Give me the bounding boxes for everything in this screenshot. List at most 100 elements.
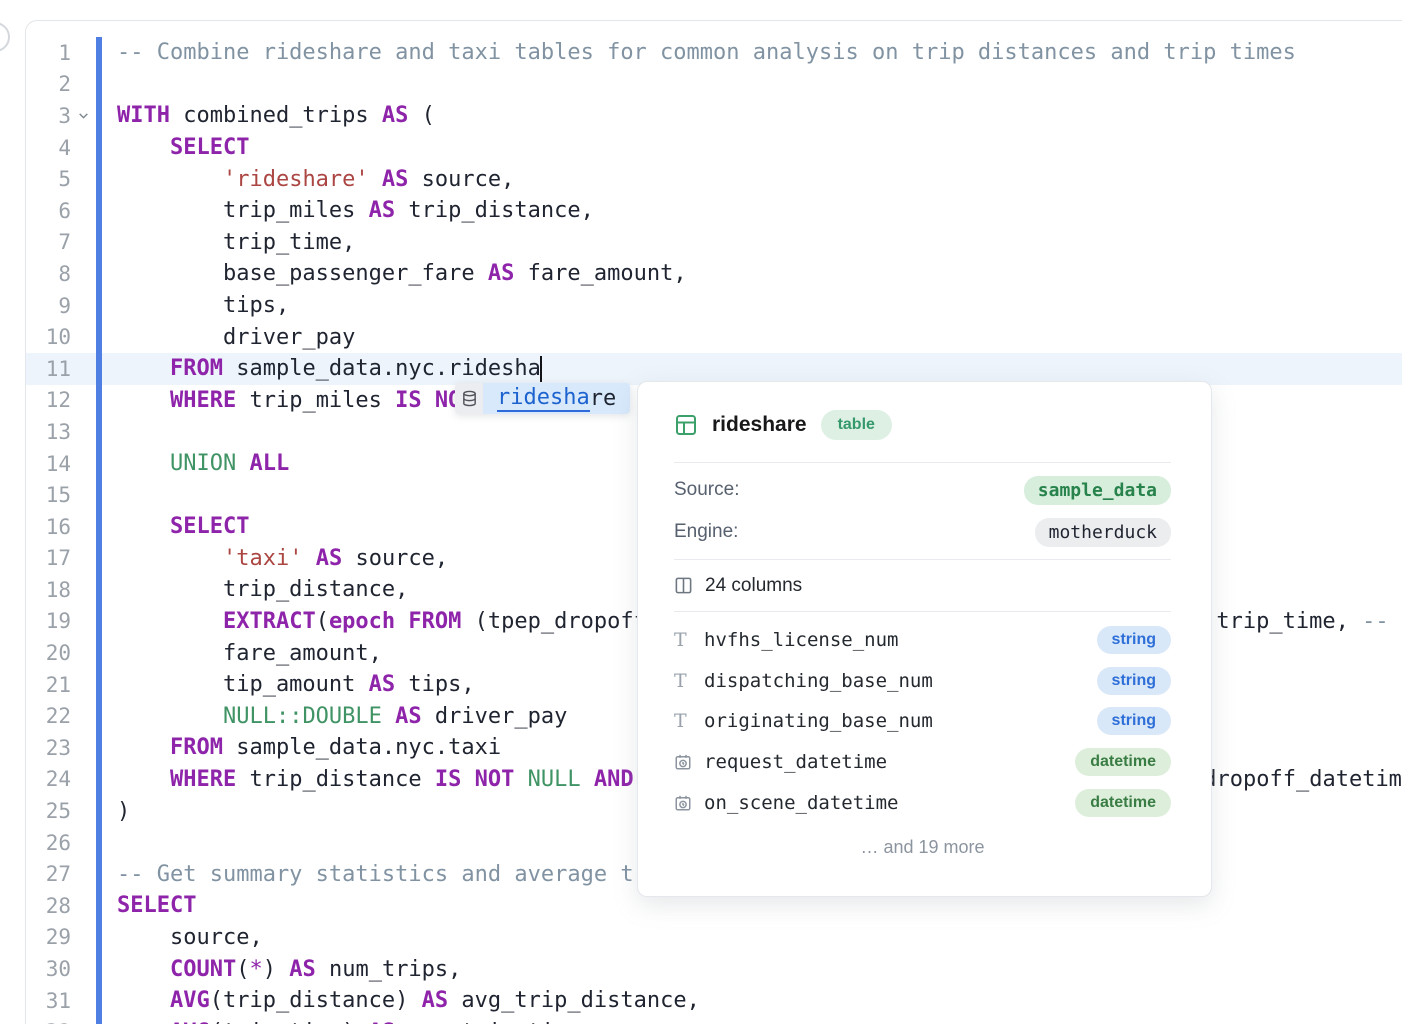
code-text: 'rideshare' AS source,: [102, 167, 514, 192]
line-number[interactable]: 32: [26, 1020, 71, 1024]
line-number[interactable]: 21: [26, 673, 71, 697]
line-number[interactable]: 23: [26, 736, 71, 760]
column-type-badge: string: [1097, 707, 1171, 735]
more-columns-text: … and 19 more: [674, 837, 1171, 858]
line-number[interactable]: 31: [26, 989, 71, 1013]
info-row: Engine:motherduck: [674, 511, 1171, 553]
line-number[interactable]: 28: [26, 894, 71, 918]
line-number[interactable]: 6: [26, 199, 71, 223]
column-name: on_scene_datetime: [704, 792, 1075, 814]
code-line-9[interactable]: 9 tips,: [26, 290, 1402, 322]
code-text: AVG(trip_time) AS avg_trip_time,: [102, 1020, 594, 1024]
line-number[interactable]: 15: [26, 483, 71, 507]
line-number[interactable]: 13: [26, 420, 71, 444]
column-name: hvfhs_license_num: [704, 629, 1097, 651]
line-number[interactable]: 4: [26, 136, 71, 160]
line-number[interactable]: 29: [26, 925, 71, 949]
code-line-31[interactable]: 31 AVG(trip_distance) AS avg_trip_distan…: [26, 985, 1402, 1017]
line-number[interactable]: 5: [26, 167, 71, 191]
code-line-2[interactable]: 2: [26, 69, 1402, 101]
code-line-11[interactable]: 11 FROM sample_data.nyc.ridesha: [26, 353, 1402, 385]
code-line-7[interactable]: 7 trip_time,: [26, 227, 1402, 259]
line-number[interactable]: 7: [26, 230, 71, 254]
change-indicator-bar: [96, 479, 102, 511]
line-number[interactable]: 20: [26, 641, 71, 665]
collapsed-sidebar-toggle[interactable]: [0, 22, 10, 52]
line-number[interactable]: 30: [26, 957, 71, 981]
info-label: Engine:: [674, 521, 738, 543]
line-number[interactable]: 3: [26, 104, 71, 128]
column-name: request_datetime: [704, 751, 1075, 773]
code-line-1[interactable]: 1-- Combine rideshare and taxi tables fo…: [26, 37, 1402, 69]
code-text: FROM sample_data.nyc.ridesha: [102, 356, 542, 382]
code-text: trip_time,: [102, 230, 355, 255]
string-type-icon: T: [674, 670, 704, 692]
code-text: trip_distance,: [102, 577, 408, 602]
code-line-4[interactable]: 4 SELECT: [26, 132, 1402, 164]
column-row: on_scene_datetimedatetime: [674, 782, 1171, 823]
code-line-8[interactable]: 8 base_passenger_fare AS fare_amount,: [26, 258, 1402, 290]
line-number[interactable]: 14: [26, 452, 71, 476]
line-number[interactable]: 26: [26, 831, 71, 855]
code-text: WITH combined_trips AS (: [102, 103, 435, 128]
string-type-icon: T: [674, 710, 704, 732]
code-line-6[interactable]: 6 trip_miles AS trip_distance,: [26, 195, 1402, 227]
code-text: source,: [102, 925, 263, 950]
change-indicator-bar: [96, 827, 102, 859]
code-text: fare_amount,: [102, 641, 382, 666]
line-number[interactable]: 27: [26, 862, 71, 886]
line-number[interactable]: 17: [26, 546, 71, 570]
code-text: base_passenger_fare AS fare_amount,: [102, 261, 687, 286]
table-type-badge: table: [821, 410, 892, 440]
line-number[interactable]: 9: [26, 294, 71, 318]
table-icon: [674, 413, 698, 437]
autocomplete-item-rideshare[interactable]: rideshare: [483, 383, 630, 414]
column-type-badge: string: [1097, 667, 1171, 695]
change-indicator-bar: [96, 69, 102, 101]
autocomplete-matched-text: ridesha: [497, 385, 590, 412]
column-name: originating_base_num: [704, 710, 1097, 732]
line-number[interactable]: 19: [26, 609, 71, 633]
code-text: UNION ALL: [102, 451, 289, 476]
code-line-30[interactable]: 30 COUNT(*) AS num_trips,: [26, 953, 1402, 985]
text-cursor: [540, 356, 542, 382]
autocomplete-popup: rideshare: [455, 383, 630, 414]
code-text: driver_pay: [102, 325, 355, 350]
divider: [674, 462, 1171, 463]
columns-icon: [674, 576, 693, 595]
code-line-3[interactable]: 3 WITH combined_trips AS (: [26, 100, 1402, 132]
code-line-29[interactable]: 29 source,: [26, 922, 1402, 954]
code-text: SELECT: [102, 135, 249, 160]
line-number[interactable]: 16: [26, 515, 71, 539]
code-text: trip_miles AS trip_distance,: [102, 198, 594, 223]
code-text: tip_amount AS tips,: [102, 672, 475, 697]
line-number[interactable]: 10: [26, 325, 71, 349]
code-text: SELECT: [102, 893, 196, 918]
code-text: COUNT(*) AS num_trips,: [102, 957, 461, 982]
line-number[interactable]: 12: [26, 388, 71, 412]
info-value-badge: sample_data: [1024, 476, 1171, 505]
fold-chevron-down-icon[interactable]: [71, 109, 96, 122]
column-name: dispatching_base_num: [704, 670, 1097, 692]
column-type-badge: datetime: [1075, 748, 1171, 776]
code-line-5[interactable]: 5 'rideshare' AS source,: [26, 163, 1402, 195]
line-number[interactable]: 2: [26, 72, 71, 96]
line-number[interactable]: 11: [26, 357, 71, 381]
table-name: rideshare: [712, 413, 807, 437]
line-number[interactable]: 22: [26, 704, 71, 728]
code-text: AVG(trip_distance) AS avg_trip_distance,: [102, 988, 700, 1013]
info-label: Source:: [674, 479, 739, 501]
line-number[interactable]: 8: [26, 262, 71, 286]
code-text: FROM sample_data.nyc.taxi: [102, 735, 501, 760]
line-number[interactable]: 18: [26, 578, 71, 602]
line-number[interactable]: 25: [26, 799, 71, 823]
code-text: NULL::DOUBLE AS driver_pay: [102, 704, 567, 729]
code-line-10[interactable]: 10 driver_pay: [26, 321, 1402, 353]
line-number[interactable]: 1: [26, 41, 71, 65]
line-number[interactable]: 24: [26, 767, 71, 791]
change-indicator-bar: [96, 416, 102, 448]
code-text: 'taxi' AS source,: [102, 546, 448, 571]
code-line-32[interactable]: 32 AVG(trip_time) AS avg_trip_time,: [26, 1016, 1402, 1024]
autocomplete-rest-text: re: [590, 386, 617, 411]
column-row: Thvfhs_license_numstring: [674, 620, 1171, 661]
